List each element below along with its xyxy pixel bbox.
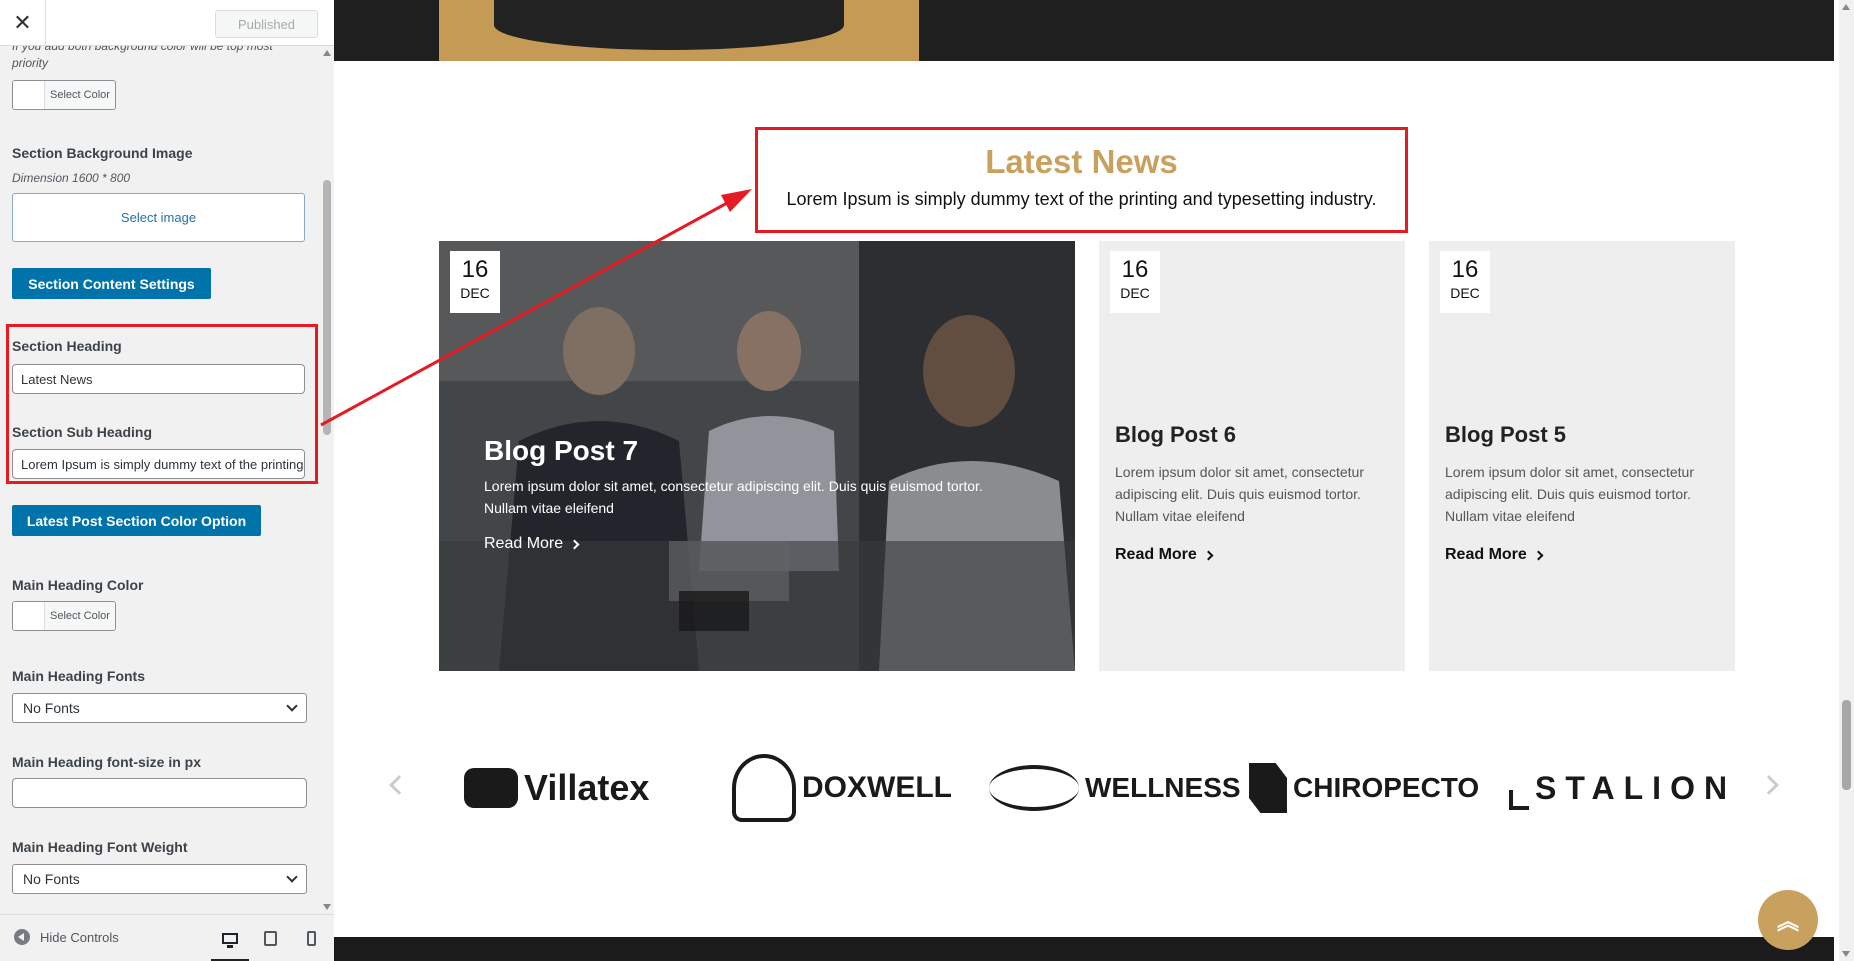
hide-controls-button[interactable]: Hide Controls [14, 929, 119, 945]
highlight-box [6, 324, 318, 484]
main-heading-weight-select[interactable]: No Fonts [12, 864, 307, 894]
tablet-icon [263, 930, 277, 946]
color-swatch [13, 81, 45, 109]
logo-stalion: STALION [1509, 758, 1736, 818]
scrollbar-thumb[interactable] [1842, 700, 1851, 790]
chevron-right-icon [569, 539, 580, 549]
villatex-mark [464, 768, 518, 808]
double-chevron-up-icon: ︽ [1776, 909, 1799, 934]
close-icon: ✕ [13, 10, 32, 35]
scroll-down-icon[interactable] [1842, 951, 1850, 957]
site-preview: Latest News Lorem Ipsum is simply dummy … [334, 0, 1854, 961]
bg-image-dimension: Dimension 1600 * 800 [12, 171, 131, 185]
section-title: Latest News [985, 143, 1178, 180]
scroll-up-icon[interactable] [1842, 4, 1850, 10]
chevron-right-icon [1533, 550, 1544, 560]
post-excerpt: Lorem ipsum dolor sit amet, consectetur … [484, 478, 983, 516]
read-more-link[interactable]: Read More [1115, 546, 1214, 564]
logo-villatex: Villatex [464, 758, 649, 818]
color-swatch [13, 602, 45, 630]
main-heading-color-button[interactable]: Select Color [12, 601, 116, 631]
date-badge: 16 DEC [450, 251, 500, 313]
preview-scrollbar[interactable] [1839, 0, 1854, 961]
main-heading-size-input[interactable] [12, 778, 307, 808]
date-badge: 16 DEC [1440, 251, 1490, 313]
mobile-preview-button[interactable] [296, 925, 326, 951]
scroll-down-icon[interactable] [323, 904, 331, 910]
main-heading-fonts-select[interactable]: No Fonts [12, 693, 307, 723]
post-title[interactable]: Blog Post 6 [1115, 422, 1236, 448]
desktop-preview-button[interactable] [211, 925, 249, 961]
post-title[interactable]: Blog Post 5 [1445, 422, 1566, 448]
footer-band [334, 937, 1834, 961]
read-more-link[interactable]: Read More [1445, 546, 1544, 564]
mobile-icon [306, 930, 316, 946]
select-image-button[interactable]: Select image [12, 193, 305, 242]
logo-doxwell: DOXWELL [732, 754, 952, 822]
section-content-settings-button[interactable]: Section Content Settings [12, 268, 211, 299]
main-heading-weight-label: Main Heading Font Weight [12, 839, 188, 855]
customizer-sidebar: ✕ Published If you add both background c… [0, 0, 334, 961]
collapse-icon [14, 929, 30, 945]
sidebar-scrollbar[interactable] [320, 46, 334, 914]
scroll-up-icon[interactable] [323, 50, 331, 56]
chevron-right-icon[interactable] [1759, 775, 1779, 795]
close-customizer-button[interactable]: ✕ [0, 0, 46, 46]
customizer-header: ✕ Published [0, 0, 334, 46]
tablet-preview-button[interactable] [255, 925, 285, 951]
post-card[interactable]: 16 DEC Blog Post 7 Lorem ipsum dolor sit… [439, 241, 1075, 671]
bg-color-picker-button[interactable]: Select Color [12, 80, 116, 110]
chevron-right-icon [1203, 550, 1214, 560]
main-heading-color-label: Main Heading Color [12, 577, 144, 593]
logo-chiropecto: CHIROPECTO [1249, 758, 1479, 818]
chevron-left-icon[interactable] [389, 775, 409, 795]
chiropecto-mark [1249, 763, 1287, 813]
section-subtitle: Lorem Ipsum is simply dummy text of the … [786, 189, 1377, 209]
stalion-mark [1509, 790, 1529, 810]
section-heading-block: Latest News Lorem Ipsum is simply dummy … [755, 127, 1408, 233]
doxwell-mark [732, 754, 796, 822]
post-title[interactable]: Blog Post 7 [484, 435, 638, 467]
customizer-footer: Hide Controls [0, 914, 334, 961]
chevron-down-icon [286, 871, 298, 883]
read-more-link[interactable]: Read More [484, 535, 580, 553]
chevron-down-icon [286, 700, 298, 712]
main-heading-size-label: Main Heading font-size in px [12, 754, 202, 770]
bg-priority-note: If you add both background color will be… [12, 46, 273, 70]
back-to-top-button[interactable]: ︽ [1758, 890, 1818, 950]
date-badge: 16 DEC [1110, 251, 1160, 313]
publish-button[interactable]: Published [215, 10, 318, 38]
post-excerpt: Lorem ipsum dolor sit amet, consectetur … [1445, 464, 1694, 524]
partner-logo-carousel: Villatex DOXWELL WELLNESS CHIROPECTO STA… [334, 740, 1834, 840]
post-card[interactable]: 16 DEC Blog Post 5 Lorem ipsum dolor sit… [1429, 241, 1735, 671]
desktop-icon [222, 932, 238, 948]
main-heading-fonts-label: Main Heading Fonts [12, 668, 145, 684]
banner-figure [494, 0, 844, 50]
wellness-mark [989, 765, 1079, 811]
color-option-button[interactable]: Latest Post Section Color Option [12, 505, 261, 536]
top-banner-image [334, 0, 1834, 61]
bg-image-label: Section Background Image [12, 145, 193, 161]
logo-wellness: WELLNESS [989, 758, 1241, 818]
post-excerpt: Lorem ipsum dolor sit amet, consectetur … [1115, 464, 1364, 524]
post-card[interactable]: 16 DEC Blog Post 6 Lorem ipsum dolor sit… [1099, 241, 1405, 671]
scrollbar-thumb[interactable] [323, 180, 331, 435]
